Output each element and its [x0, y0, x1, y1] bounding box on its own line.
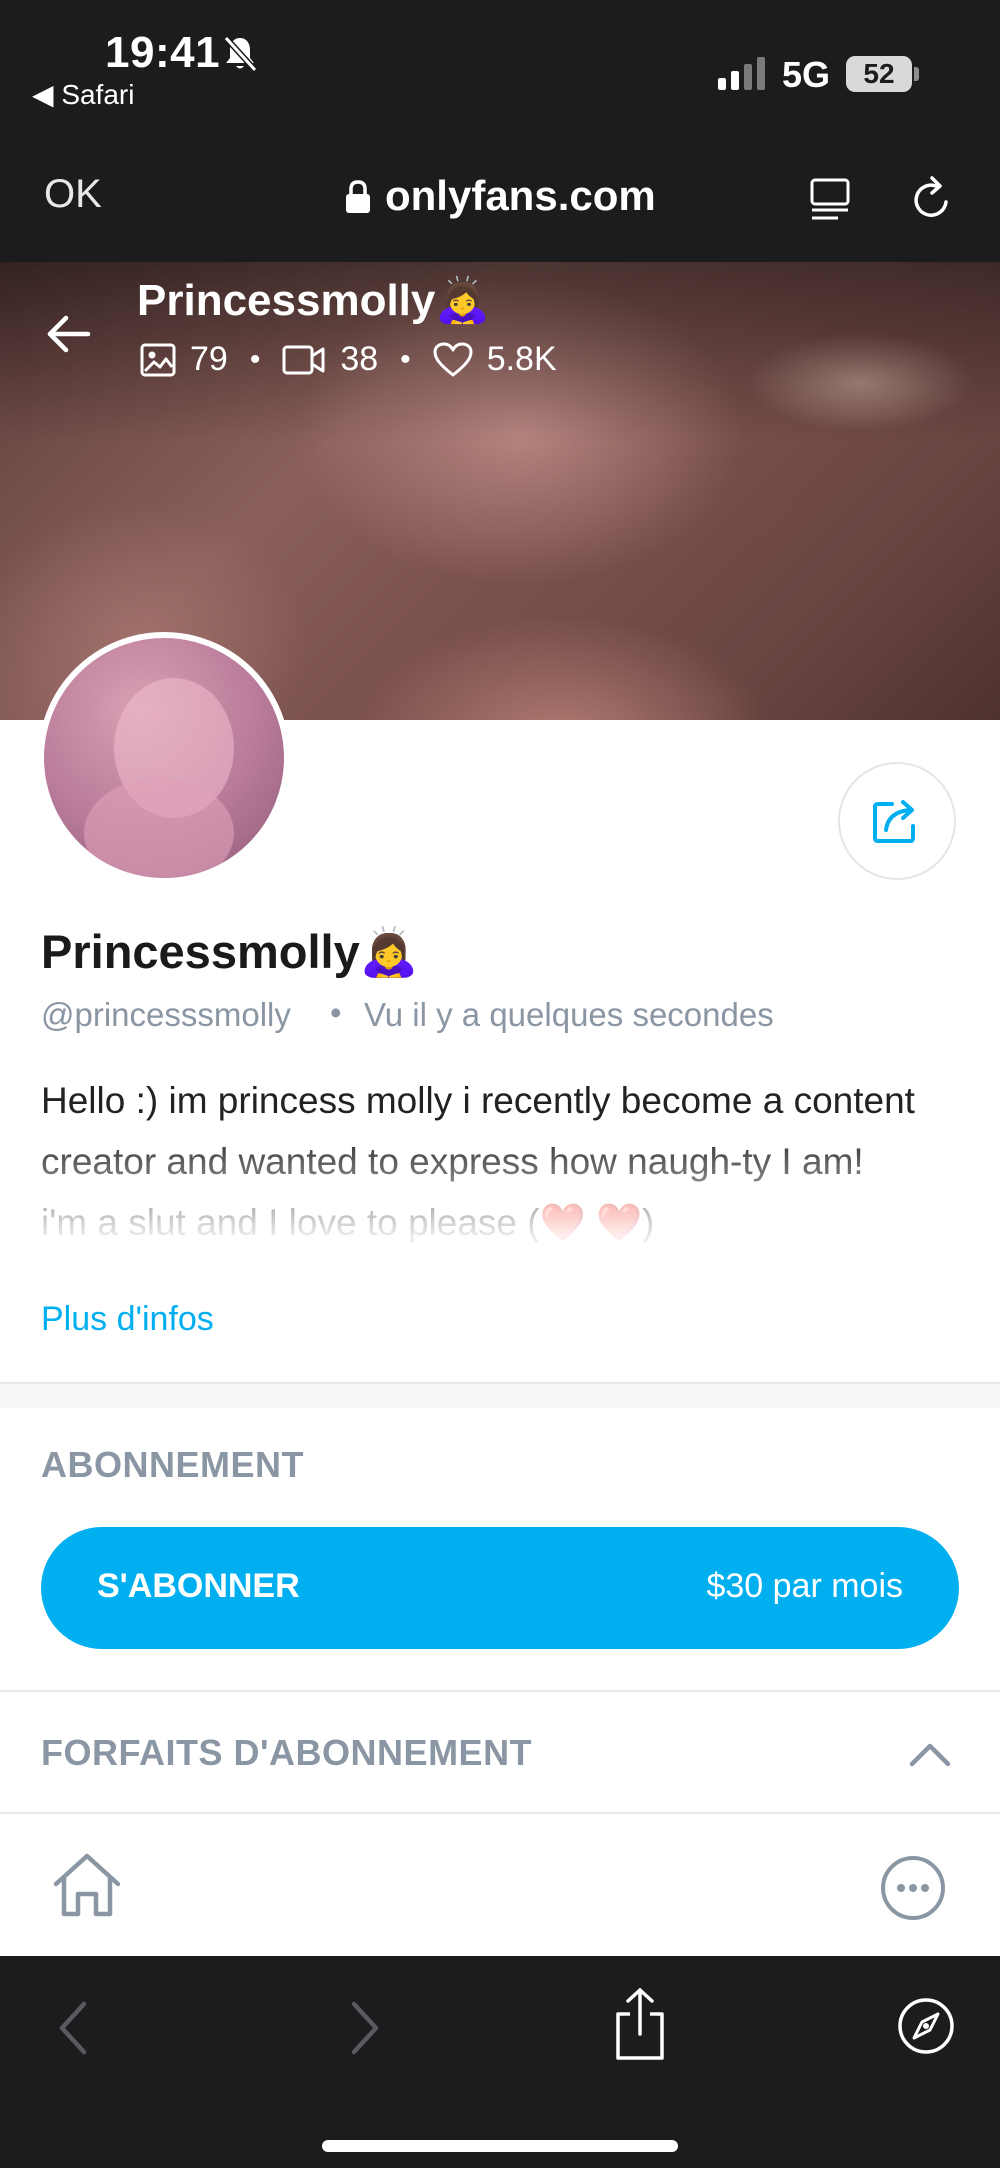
- subscribe-price: $30 par mois: [706, 1567, 903, 1605]
- bio-fade-overlay: [0, 1130, 1000, 1280]
- url-field[interactable]: onlyfans.com: [385, 172, 656, 220]
- divider: [0, 1690, 1000, 1692]
- share-icon: [873, 800, 915, 843]
- battery-level: 52: [863, 58, 895, 89]
- video-icon: [282, 345, 325, 374]
- network-type: 5G: [782, 54, 831, 95]
- safari-top-chrome: 19:41 ◀ Safari 5G 52 OK onlyfans.com: [0, 0, 1000, 262]
- chevron-right-icon[interactable]: [344, 1998, 384, 2058]
- chevron-up-icon[interactable]: [902, 1734, 958, 1774]
- handle-separator: •: [330, 994, 342, 1031]
- reload-icon[interactable]: [906, 174, 958, 226]
- done-button[interactable]: OK: [44, 172, 102, 217]
- muted-bell-icon: [223, 35, 258, 73]
- status-time: 19:41: [105, 28, 221, 77]
- back-to-safari-link[interactable]: ◀ Safari: [32, 78, 134, 111]
- share-sheet-icon[interactable]: [612, 1986, 668, 2062]
- more-icon[interactable]: [880, 1855, 946, 1921]
- avatar-photo-detail: [84, 778, 234, 878]
- subscribe-label: S'ABONNER: [97, 1567, 300, 1605]
- subscription-section-title: ABONNEMENT: [41, 1444, 304, 1485]
- photos-count: 79: [190, 340, 228, 378]
- section-divider: [0, 1382, 1000, 1408]
- subscription-plans-header[interactable]: FORFAITS D'ABONNEMENT: [41, 1732, 532, 1774]
- last-seen-status: Vu il y a quelques secondes: [364, 996, 774, 1033]
- more-info-link[interactable]: Plus d'infos: [41, 1300, 214, 1339]
- divider: [0, 1812, 1000, 1814]
- lock-icon: [346, 180, 370, 213]
- profile-handle: @princesssmolly: [41, 996, 291, 1033]
- signal-icon: [718, 57, 765, 90]
- videos-count: 38: [340, 340, 379, 378]
- reader-icon[interactable]: [808, 176, 856, 224]
- subscribe-button[interactable]: S'ABONNER $30 par mois: [41, 1527, 959, 1649]
- safari-bottom-bar: [0, 1956, 1000, 2168]
- back-arrow-icon[interactable]: [44, 310, 92, 358]
- cover-stats: 79 • 38 • 5.8K: [140, 340, 557, 379]
- cover-profile-name: Princessmolly🙇‍♀️: [137, 276, 491, 325]
- home-indicator[interactable]: [322, 2140, 678, 2152]
- stats-separator: •: [400, 342, 411, 376]
- profile-name: Princessmolly🙇‍♀️: [41, 925, 419, 978]
- image-icon: [140, 343, 176, 376]
- avatar[interactable]: [38, 632, 290, 884]
- battery-indicator: 52: [846, 56, 912, 92]
- home-icon[interactable]: [50, 1850, 124, 1920]
- share-button[interactable]: [838, 762, 956, 880]
- heart-icon: [433, 342, 473, 376]
- chevron-left-icon[interactable]: [54, 1998, 94, 2058]
- compass-icon[interactable]: [896, 1996, 956, 2056]
- stats-separator: •: [249, 342, 261, 376]
- battery-tip: [914, 67, 919, 81]
- likes-count: 5.8K: [486, 340, 557, 378]
